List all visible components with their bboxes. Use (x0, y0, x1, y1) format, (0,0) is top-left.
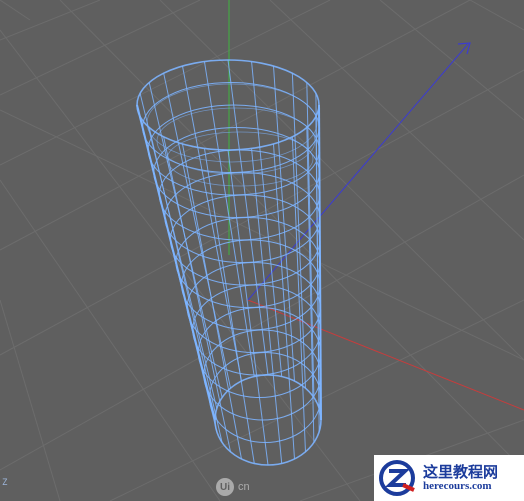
grid-line (0, 299, 61, 501)
grid-line (0, 179, 221, 501)
watermark-title: 这里教程网 (423, 462, 499, 481)
world-axes (228, 0, 524, 411)
mesh-edge (163, 136, 232, 452)
grid-line (0, 0, 201, 96)
grid-line (0, 29, 361, 501)
x-axis-line (247, 299, 524, 411)
viewport-scene (0, 0, 524, 501)
uicn-logo: Ui cn (216, 476, 250, 498)
grid-line (469, 0, 524, 31)
mesh-edge (182, 65, 242, 382)
axis-indicator-label: Z (2, 478, 8, 488)
floor-grid (0, 0, 524, 501)
uicn-suffix: cn (238, 481, 250, 493)
site-watermark: 这里教程网 herecours.com (374, 455, 524, 501)
z-logo-icon (377, 458, 417, 498)
grid-line (59, 0, 524, 471)
uicn-badge: Ui (216, 478, 234, 496)
grid-line (159, 0, 524, 361)
grid-line (0, 0, 331, 166)
mesh-inner-ring (166, 131, 314, 187)
watermark-url: herecours.com (423, 480, 492, 493)
grid-line (0, 0, 31, 21)
mesh-edge (306, 127, 315, 443)
grid-line (0, 0, 471, 251)
mesh-edge (291, 136, 306, 452)
grid-line (0, 0, 101, 41)
3d-viewport[interactable]: Z Ui cn 这里教程网 herecours.com (0, 0, 524, 501)
grid-line (0, 69, 524, 356)
